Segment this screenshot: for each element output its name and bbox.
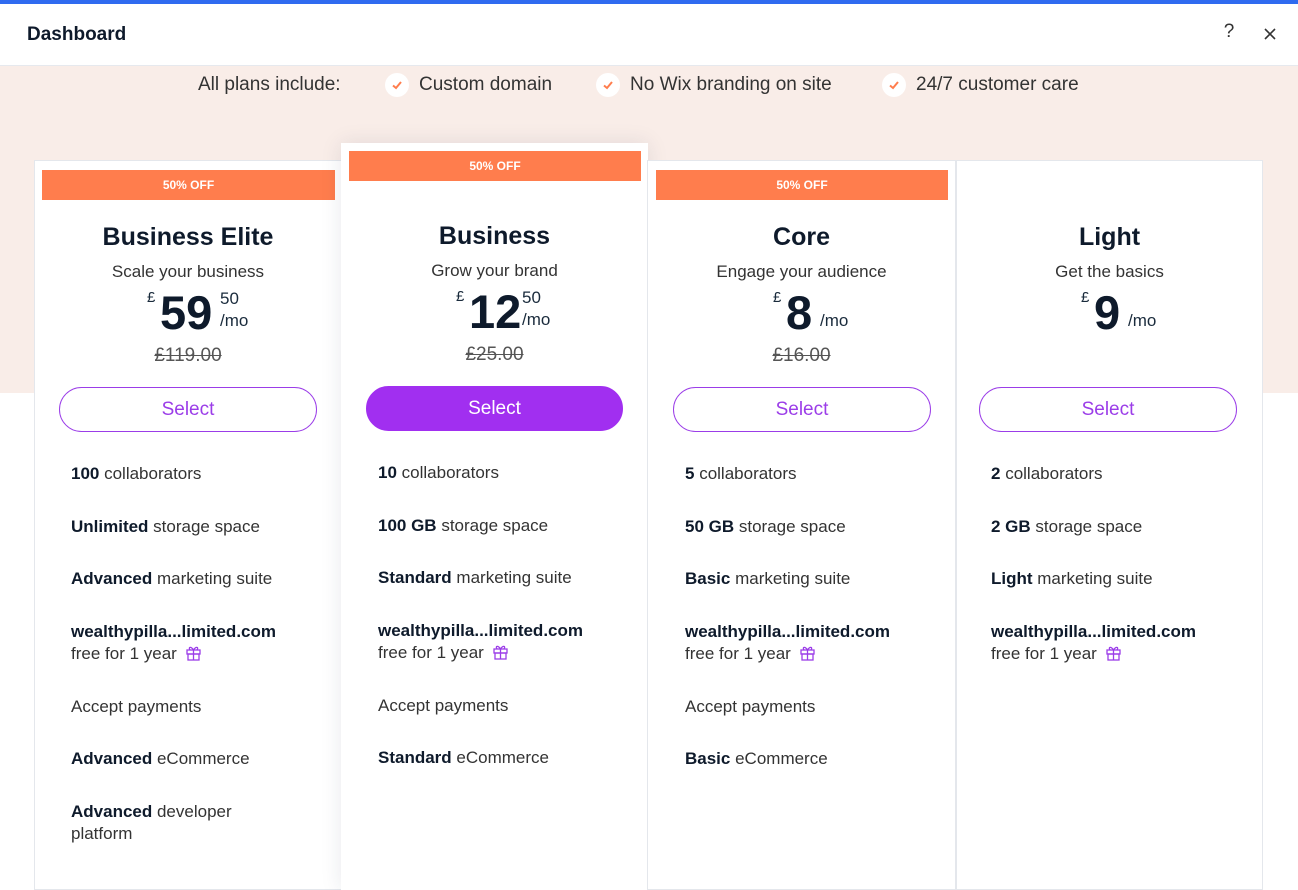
feature-domain: wealthypilla...limited.com free for 1 ye… — [71, 621, 276, 667]
plan-card-light: Light Get the basics £ 9 /mo Select 2 co… — [956, 160, 1263, 890]
plan-price: £ 8 /mo — [773, 289, 873, 339]
currency-symbol: £ — [147, 289, 156, 306]
price-amount: 9 — [1094, 286, 1121, 339]
feature-ecommerce: Basic eCommerce — [685, 749, 828, 768]
price-period: /mo — [820, 311, 849, 330]
price-amount: 59 — [160, 286, 213, 339]
feature-domain: wealthypilla...limited.com free for 1 ye… — [378, 620, 583, 666]
plan-tagline: Get the basics — [1055, 262, 1164, 281]
price-cents: 50 — [522, 288, 541, 307]
feature-marketing: Advanced marketing suite — [71, 569, 273, 588]
discount-badge: 50% OFF — [42, 170, 335, 200]
select-button[interactable]: Select — [979, 387, 1237, 432]
feature-storage: 2 GB storage space — [991, 517, 1143, 536]
price-cents: 50 — [220, 289, 239, 308]
plan-price: £ 9 /mo — [1081, 289, 1181, 339]
select-button[interactable]: Select — [366, 386, 623, 431]
domain-name: wealthypilla...limited.com — [991, 622, 1196, 641]
include-item: No Wix branding on site — [596, 72, 832, 98]
original-price: £16.00 — [772, 345, 831, 366]
plan-tagline: Scale your business — [111, 262, 265, 281]
original-price: £119.00 — [154, 345, 222, 366]
check-icon — [385, 73, 409, 97]
feature-payments: Accept payments — [71, 697, 202, 716]
plan-card-core: 50% OFF Core Engage your audience £ 8 /m… — [647, 160, 956, 890]
feature-marketing: Basic marketing suite — [685, 569, 851, 588]
include-item-label: 24/7 customer care — [916, 74, 1079, 95]
plan-tagline: Grow your brand — [431, 261, 558, 280]
check-icon — [596, 73, 620, 97]
include-item: Custom domain — [385, 72, 552, 98]
price-amount: 8 — [786, 286, 813, 339]
feature-collaborators: 100 collaborators — [71, 464, 202, 483]
currency-symbol: £ — [456, 288, 465, 305]
include-item-label: No Wix branding on site — [630, 74, 832, 95]
currency-symbol: £ — [773, 289, 782, 306]
domain-note: free for 1 year — [991, 644, 1097, 663]
discount-badge: 50% OFF — [349, 151, 641, 181]
feature-storage: Unlimited storage space — [71, 517, 260, 536]
feature-developer-platform: Advanced developer platform — [71, 802, 232, 843]
plan-name: Business — [438, 222, 551, 250]
domain-note: free for 1 year — [685, 644, 791, 663]
plan-price: £ 12 50 /mo — [456, 288, 576, 338]
price-amount: 12 — [469, 285, 522, 338]
feature-marketing: Light marketing suite — [991, 569, 1153, 588]
domain-note: free for 1 year — [71, 644, 177, 663]
include-item-label: Custom domain — [419, 74, 553, 95]
price-period: /mo — [522, 310, 551, 329]
includes-label: All plans include: — [198, 74, 341, 95]
feature-storage: 100 GB storage space — [378, 516, 549, 535]
feature-payments: Accept payments — [685, 697, 816, 716]
dialog-header: Dashboard ? — [0, 4, 1298, 66]
select-button[interactable]: Select — [59, 387, 317, 432]
domain-name: wealthypilla...limited.com — [378, 621, 583, 640]
currency-symbol: £ — [1081, 289, 1090, 306]
domain-note: free for 1 year — [378, 643, 484, 662]
feature-domain: wealthypilla...limited.com free for 1 ye… — [991, 621, 1196, 667]
select-button[interactable]: Select — [673, 387, 931, 432]
plan-name: Business Elite — [102, 223, 274, 251]
plan-price: £ 59 50 /mo — [147, 289, 267, 339]
plans-include-bar: All plans include: Custom domain No Wix … — [0, 72, 1298, 98]
plan-card-business-elite: 50% OFF Business Elite Scale your busine… — [34, 160, 342, 890]
feature-ecommerce: Advanced eCommerce — [71, 749, 250, 768]
feature-collaborators: 5 collaborators — [685, 464, 797, 483]
discount-badge: 50% OFF — [656, 170, 948, 200]
feature-ecommerce: Standard eCommerce — [378, 748, 549, 767]
plan-tagline: Engage your audience — [716, 262, 887, 281]
domain-name: wealthypilla...limited.com — [71, 622, 276, 641]
gift-icon — [185, 644, 202, 667]
gift-icon — [799, 644, 816, 667]
help-icon[interactable]: ? — [1218, 21, 1240, 45]
include-item: 24/7 customer care — [882, 72, 1079, 98]
price-period: /mo — [1128, 311, 1157, 330]
feature-domain: wealthypilla...limited.com free for 1 ye… — [685, 621, 890, 667]
domain-name: wealthypilla...limited.com — [685, 622, 890, 641]
dialog-title: Dashboard — [27, 24, 127, 45]
gift-icon — [492, 643, 509, 666]
check-icon — [882, 73, 906, 97]
feature-marketing: Standard marketing suite — [378, 568, 572, 587]
plan-name: Core — [773, 223, 830, 251]
plan-card-business: 50% OFF Business Grow your brand £ 12 50… — [341, 143, 648, 890]
price-period: /mo — [220, 311, 249, 330]
close-icon[interactable] — [1260, 24, 1280, 44]
plan-name: Light — [1078, 223, 1141, 251]
original-price: £25.00 — [465, 344, 524, 365]
gift-icon — [1105, 644, 1122, 667]
feature-collaborators: 2 collaborators — [991, 464, 1103, 483]
feature-collaborators: 10 collaborators — [378, 463, 499, 482]
feature-storage: 50 GB storage space — [685, 517, 846, 536]
feature-payments: Accept payments — [378, 696, 509, 715]
